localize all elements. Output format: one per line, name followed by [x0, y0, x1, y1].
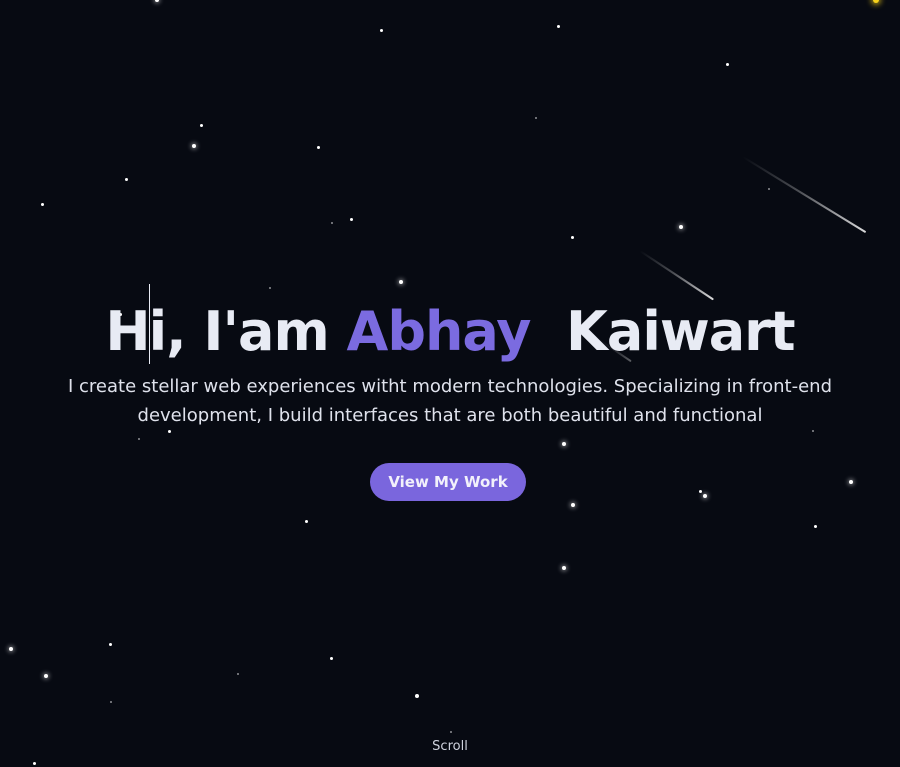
star	[726, 63, 729, 66]
star	[9, 647, 13, 651]
star	[450, 731, 452, 733]
star	[380, 29, 383, 32]
star	[110, 701, 112, 703]
star	[679, 225, 683, 229]
star	[330, 657, 333, 660]
star	[415, 694, 419, 698]
greeting-text-rest: i, I'am	[148, 300, 347, 363]
star	[350, 218, 353, 221]
star	[535, 117, 537, 119]
star	[699, 490, 702, 493]
shooting-star	[742, 156, 867, 234]
star	[768, 188, 770, 190]
star	[331, 222, 333, 224]
view-my-work-button[interactable]: View My Work	[370, 463, 526, 501]
star	[168, 430, 171, 433]
star	[125, 178, 128, 181]
star	[571, 503, 575, 507]
star	[849, 480, 853, 484]
star	[562, 566, 566, 570]
hero-last-name: Kaiwart	[566, 300, 796, 363]
star	[557, 25, 560, 28]
hero-subtitle: I create stellar web experiences witht m…	[68, 376, 832, 426]
star	[237, 673, 239, 675]
star	[200, 124, 203, 127]
greeting-text-start: H	[105, 300, 150, 363]
hero-section: Hi, I'am Abhay Kaiwart I create stellar …	[0, 0, 900, 767]
star	[812, 430, 814, 432]
hero-first-name: Abhay	[346, 300, 532, 363]
star	[192, 144, 196, 148]
star	[703, 494, 707, 498]
hero-heading: Hi, I'am Abhay Kaiwart	[0, 284, 900, 368]
star	[41, 203, 44, 206]
star	[305, 520, 308, 523]
star	[155, 0, 159, 2]
scroll-indicator[interactable]: Scroll	[0, 739, 900, 754]
star	[317, 146, 320, 149]
star	[562, 442, 566, 446]
star	[814, 525, 817, 528]
corner-spark-icon	[873, 0, 879, 3]
star	[571, 236, 574, 239]
star	[44, 674, 48, 678]
star	[109, 643, 112, 646]
star	[33, 762, 36, 765]
star	[138, 438, 140, 440]
